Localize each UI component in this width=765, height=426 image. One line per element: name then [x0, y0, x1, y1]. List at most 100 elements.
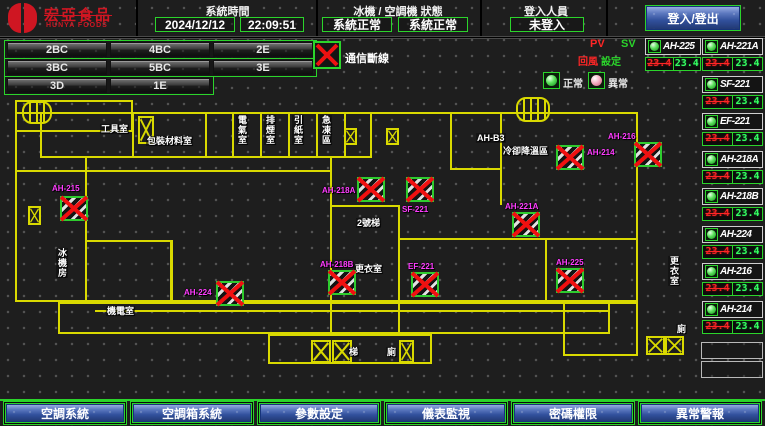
- status-lamp-icon: [705, 40, 718, 53]
- equipment-item-ah-225[interactable]: AH-225: [645, 38, 701, 55]
- sv-value: 23.4: [733, 246, 762, 258]
- room-label: 冰機房: [56, 248, 68, 278]
- equipment-values-ah-218a: 23.423.4: [702, 170, 763, 184]
- pv-value: 23.4: [703, 58, 733, 70]
- lamp-glyph: [707, 230, 716, 239]
- equipment-item-ah-218b[interactable]: AH-218B: [702, 188, 763, 205]
- footer-button-1[interactable]: 空調系統: [5, 403, 125, 423]
- plan-wall-line: [288, 112, 290, 158]
- footer-button-cell: 密碼權限: [511, 401, 635, 425]
- footer-button-2[interactable]: 空調箱系統: [132, 403, 252, 423]
- room-label: AH-B3: [476, 133, 506, 143]
- ahu-tag-label: AH-225: [556, 258, 584, 267]
- sv-value: 23.4: [733, 171, 762, 183]
- plan-wall-line: [170, 240, 172, 302]
- equipment-item-ah-216[interactable]: AH-216: [702, 263, 763, 280]
- lamp-glyph: [707, 80, 716, 89]
- room-label: 急凍區: [320, 115, 332, 145]
- ahu-unit-ah-218a[interactable]: [357, 177, 385, 202]
- equipment-name: EF-221: [720, 116, 750, 127]
- status-lamp-icon: [648, 40, 661, 53]
- plan-wall-line: [85, 158, 87, 302]
- equipment-empty-slot: [701, 342, 763, 359]
- footer-button-cell: 空調箱系統: [130, 401, 254, 425]
- equipment-item-ah-214[interactable]: AH-214: [702, 301, 763, 318]
- lamp-glyph: [707, 155, 716, 164]
- hmi-screen: 宏亞食品 HUNYA FOODS 系統時間 2024/12/12 22:09:5…: [0, 0, 765, 426]
- equipment-name: AH-225: [663, 41, 694, 52]
- ahu-tag-label: AH-224: [184, 288, 212, 297]
- room-label: 電氣室: [236, 115, 248, 145]
- pv-value: 23.4: [703, 283, 733, 295]
- room-label: 引紙室: [292, 115, 304, 145]
- plan-wall-line: [260, 112, 262, 158]
- ahu-unit-ah-216[interactable]: [634, 142, 662, 167]
- equipment-name: AH-218B: [720, 191, 758, 202]
- sv-value: 23.4: [733, 133, 762, 145]
- ahu-unit-sf-221[interactable]: [406, 177, 434, 202]
- stair-icon: [344, 128, 357, 145]
- status-lamp-icon: [705, 265, 718, 278]
- ahu-tag-label: AH-216: [608, 132, 636, 141]
- equipment-values-ah-224: 23.423.4: [702, 245, 763, 259]
- lamp-glyph: [650, 42, 659, 51]
- ahu-unit-ef-221[interactable]: [411, 272, 439, 297]
- footer-button-4[interactable]: 儀表監視: [386, 403, 506, 423]
- footer-button-cell: 參數設定: [257, 401, 381, 425]
- plan-wall-line: [95, 310, 610, 312]
- status-lamp-icon: [705, 115, 718, 128]
- equipment-name: AH-216: [720, 266, 751, 277]
- equipment-item-sf-221[interactable]: SF-221: [702, 76, 763, 93]
- equipment-item-ah-221a[interactable]: AH-221A: [702, 38, 763, 55]
- equipment-item-ah-218a[interactable]: AH-218A: [702, 151, 763, 168]
- stair-icon: [646, 336, 665, 355]
- plan-wall-line: [132, 112, 134, 158]
- room-label: 工具室: [100, 124, 129, 134]
- footer-button-3[interactable]: 參數設定: [259, 403, 379, 423]
- sv-value: 23.4: [733, 58, 762, 70]
- status-lamp-icon: [705, 78, 718, 91]
- equipment-name: SF-221: [720, 79, 750, 90]
- footer-button-6[interactable]: 異常警報: [640, 403, 760, 423]
- footer-button-5[interactable]: 密碼權限: [513, 403, 633, 423]
- ahu-unit-ah-218b[interactable]: [328, 270, 356, 295]
- ahu-unit-ah-221a[interactable]: [512, 212, 540, 237]
- stair-icon: [665, 336, 684, 355]
- status-lamp-icon: [705, 153, 718, 166]
- ahu-unit-ah-214[interactable]: [556, 145, 584, 170]
- ahu-tag-label: AH-221A: [505, 202, 538, 211]
- stair-icon: [386, 128, 399, 145]
- ahu-unit-ah-224[interactable]: [216, 281, 244, 306]
- status-lamp-icon: [705, 228, 718, 241]
- lamp-glyph: [707, 267, 716, 276]
- equipment-values-ah-214: 23.423.4: [702, 320, 763, 334]
- room-label: 機電室: [106, 306, 135, 316]
- lamp-glyph: [707, 305, 716, 314]
- ahu-tag-label: SF-221: [402, 205, 428, 214]
- pv-value: 23.4: [703, 321, 733, 333]
- pv-value: 23.4: [703, 171, 733, 183]
- plan-wall: [85, 240, 173, 302]
- equipment-name: AH-214: [720, 304, 751, 315]
- sv-value: 23.4: [733, 96, 762, 108]
- plan-wall-line: [316, 112, 318, 158]
- equipment-item-ah-224[interactable]: AH-224: [702, 226, 763, 243]
- lamp-glyph: [707, 42, 716, 51]
- plan-wall-line: [15, 170, 332, 172]
- plan-wall-line: [398, 238, 638, 240]
- status-lamp-icon: [705, 190, 718, 203]
- ahu-unit-ah-215[interactable]: [60, 196, 88, 221]
- room-label: 排煙室: [264, 115, 276, 145]
- ahu-unit-ah-225[interactable]: [556, 268, 584, 293]
- equipment-name: AH-218A: [720, 154, 758, 165]
- pv-value: 23.4: [646, 58, 674, 70]
- footer-button-cell: 儀表監視: [384, 401, 508, 425]
- equipment-item-ef-221[interactable]: EF-221: [702, 113, 763, 130]
- pv-value: 23.4: [703, 208, 733, 220]
- pv-value: 23.4: [703, 133, 733, 145]
- room-label: 廁: [386, 347, 397, 357]
- room-label: 包裝材料室: [146, 136, 193, 146]
- status-lamp-icon: [705, 303, 718, 316]
- room-label: 冷卻降溫區: [502, 146, 549, 156]
- ahu-tag-label: AH-218A: [322, 186, 355, 195]
